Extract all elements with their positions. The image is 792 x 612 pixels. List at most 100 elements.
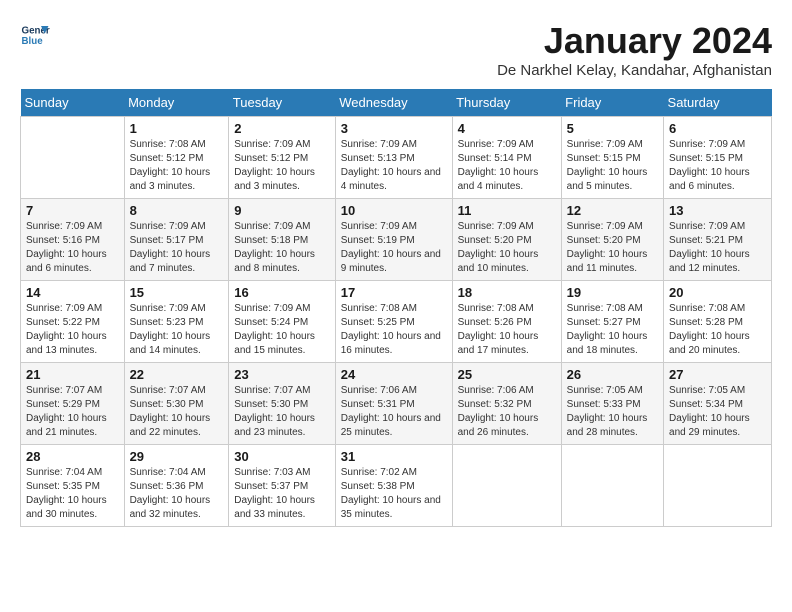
day-number: 10 (341, 203, 447, 218)
table-cell: 18 Sunrise: 7:08 AMSunset: 5:26 PMDayligh… (452, 281, 561, 363)
day-info: Sunrise: 7:09 AMSunset: 5:22 PMDaylight:… (26, 302, 119, 358)
calendar-table: Sunday Monday Tuesday Wednesday Thursday… (20, 89, 772, 527)
table-cell: 23 Sunrise: 7:07 AMSunset: 5:30 PMDayligh… (229, 363, 335, 445)
day-number: 17 (341, 285, 447, 300)
day-info: Sunrise: 7:09 AMSunset: 5:19 PMDaylight:… (341, 220, 447, 276)
table-cell: 10 Sunrise: 7:09 AMSunset: 5:19 PMDayligh… (335, 199, 452, 281)
col-wednesday: Wednesday (335, 89, 452, 117)
table-cell: 24 Sunrise: 7:06 AMSunset: 5:31 PMDayligh… (335, 363, 452, 445)
week-row-2: 7Sunrise: 7:09 AMSunset: 5:16 PMDaylight… (21, 199, 772, 281)
day-info: Sunrise: 7:02 AMSunset: 5:38 PMDaylight:… (341, 466, 447, 522)
day-number: 19 (567, 285, 658, 300)
day-info: Sunrise: 7:09 AMSunset: 5:18 PMDaylight:… (234, 220, 329, 276)
table-cell: 14 Sunrise: 7:09 AMSunset: 5:22 PMDayligh… (21, 281, 125, 363)
day-number: 29 (130, 449, 224, 464)
table-cell (561, 445, 663, 527)
col-saturday: Saturday (664, 89, 772, 117)
day-info: Sunrise: 7:05 AMSunset: 5:33 PMDaylight:… (567, 384, 658, 440)
day-info: Sunrise: 7:09 AMSunset: 5:24 PMDaylight:… (234, 302, 329, 358)
day-info: Sunrise: 7:09 AMSunset: 5:15 PMDaylight:… (669, 138, 766, 194)
day-number: 24 (341, 367, 447, 382)
week-row-3: 14 Sunrise: 7:09 AMSunset: 5:22 PMDayligh… (21, 281, 772, 363)
day-info: Sunrise: 7:09 AMSunset: 5:21 PMDaylight:… (669, 220, 766, 276)
header-row: Sunday Monday Tuesday Wednesday Thursday… (21, 89, 772, 117)
day-info: Sunrise: 7:09 AMSunset: 5:12 PMDaylight:… (234, 138, 329, 194)
day-number: 5 (567, 121, 658, 136)
table-cell (452, 445, 561, 527)
day-info: Sunrise: 7:09 AMSunset: 5:20 PMDaylight:… (567, 220, 658, 276)
col-monday: Monday (124, 89, 229, 117)
col-thursday: Thursday (452, 89, 561, 117)
day-number: 6 (669, 121, 766, 136)
day-number: 14 (26, 285, 119, 300)
day-info: Sunrise: 7:04 AMSunset: 5:36 PMDaylight:… (130, 466, 224, 522)
table-cell: 12 Sunrise: 7:09 AMSunset: 5:20 PMDayligh… (561, 199, 663, 281)
col-friday: Friday (561, 89, 663, 117)
col-tuesday: Tuesday (229, 89, 335, 117)
day-number: 1 (130, 121, 224, 136)
day-number: 20 (669, 285, 766, 300)
day-number: 25 (458, 367, 556, 382)
table-cell: 8Sunrise: 7:09 AMSunset: 5:17 PMDaylight… (124, 199, 229, 281)
day-info: Sunrise: 7:05 AMSunset: 5:34 PMDaylight:… (669, 384, 766, 440)
day-number: 2 (234, 121, 329, 136)
logo: General Blue (20, 20, 50, 50)
day-info: Sunrise: 7:07 AMSunset: 5:30 PMDaylight:… (234, 384, 329, 440)
day-info: Sunrise: 7:08 AMSunset: 5:28 PMDaylight:… (669, 302, 766, 358)
table-cell: 11Sunrise: 7:09 AMSunset: 5:20 PMDayligh… (452, 199, 561, 281)
table-cell: 21Sunrise: 7:07 AMSunset: 5:29 PMDayligh… (21, 363, 125, 445)
day-info: Sunrise: 7:09 AMSunset: 5:14 PMDaylight:… (458, 138, 556, 194)
day-number: 31 (341, 449, 447, 464)
day-number: 28 (26, 449, 119, 464)
table-cell: 25 Sunrise: 7:06 AMSunset: 5:32 PMDayligh… (452, 363, 561, 445)
day-info: Sunrise: 7:06 AMSunset: 5:31 PMDaylight:… (341, 384, 447, 440)
day-info: Sunrise: 7:08 AMSunset: 5:27 PMDaylight:… (567, 302, 658, 358)
table-cell: 30Sunrise: 7:03 AMSunset: 5:37 PMDayligh… (229, 445, 335, 527)
table-cell: 31 Sunrise: 7:02 AMSunset: 5:38 PMDayligh… (335, 445, 452, 527)
day-info: Sunrise: 7:07 AMSunset: 5:29 PMDaylight:… (26, 384, 119, 440)
page-header: General Blue January 2024 De Narkhel Kel… (20, 20, 772, 79)
table-cell (21, 117, 125, 199)
day-info: Sunrise: 7:06 AMSunset: 5:32 PMDaylight:… (458, 384, 556, 440)
table-cell: 28 Sunrise: 7:04 AMSunset: 5:35 PMDayligh… (21, 445, 125, 527)
table-cell: 2 Sunrise: 7:09 AMSunset: 5:12 PMDaylight… (229, 117, 335, 199)
calendar-subtitle: De Narkhel Kelay, Kandahar, Afghanistan (497, 62, 772, 79)
day-number: 8 (130, 203, 224, 218)
day-number: 15 (130, 285, 224, 300)
table-cell: 3 Sunrise: 7:09 AMSunset: 5:13 PMDaylight… (335, 117, 452, 199)
table-cell: 1 Sunrise: 7:08 AMSunset: 5:12 PMDaylight… (124, 117, 229, 199)
day-info: Sunrise: 7:07 AMSunset: 5:30 PMDaylight:… (130, 384, 224, 440)
day-number: 27 (669, 367, 766, 382)
table-cell: 19 Sunrise: 7:08 AMSunset: 5:27 PMDayligh… (561, 281, 663, 363)
day-info: Sunrise: 7:08 AMSunset: 5:25 PMDaylight:… (341, 302, 447, 358)
day-number: 3 (341, 121, 447, 136)
table-cell: 6 Sunrise: 7:09 AMSunset: 5:15 PMDaylight… (664, 117, 772, 199)
day-info: Sunrise: 7:09 AMSunset: 5:13 PMDaylight:… (341, 138, 447, 194)
table-cell: 26Sunrise: 7:05 AMSunset: 5:33 PMDayligh… (561, 363, 663, 445)
day-number: 18 (458, 285, 556, 300)
table-cell: 5 Sunrise: 7:09 AMSunset: 5:15 PMDaylight… (561, 117, 663, 199)
table-cell: 16 Sunrise: 7:09 AMSunset: 5:24 PMDayligh… (229, 281, 335, 363)
table-cell: 20 Sunrise: 7:08 AMSunset: 5:28 PMDayligh… (664, 281, 772, 363)
table-cell: 27 Sunrise: 7:05 AMSunset: 5:34 PMDayligh… (664, 363, 772, 445)
day-number: 12 (567, 203, 658, 218)
table-cell: 17 Sunrise: 7:08 AMSunset: 5:25 PMDayligh… (335, 281, 452, 363)
table-cell: 22Sunrise: 7:07 AMSunset: 5:30 PMDayligh… (124, 363, 229, 445)
title-section: January 2024 De Narkhel Kelay, Kandahar,… (497, 20, 772, 79)
col-sunday: Sunday (21, 89, 125, 117)
svg-text:Blue: Blue (22, 36, 44, 47)
day-number: 23 (234, 367, 329, 382)
day-info: Sunrise: 7:09 AMSunset: 5:23 PMDaylight:… (130, 302, 224, 358)
day-number: 16 (234, 285, 329, 300)
table-cell (664, 445, 772, 527)
calendar-title: January 2024 (497, 20, 772, 62)
day-number: 30 (234, 449, 329, 464)
day-info: Sunrise: 7:09 AMSunset: 5:15 PMDaylight:… (567, 138, 658, 194)
day-info: Sunrise: 7:09 AMSunset: 5:20 PMDaylight:… (458, 220, 556, 276)
day-info: Sunrise: 7:08 AMSunset: 5:12 PMDaylight:… (130, 138, 224, 194)
table-cell: 15 Sunrise: 7:09 AMSunset: 5:23 PMDayligh… (124, 281, 229, 363)
day-info: Sunrise: 7:08 AMSunset: 5:26 PMDaylight:… (458, 302, 556, 358)
day-number: 13 (669, 203, 766, 218)
day-number: 4 (458, 121, 556, 136)
day-info: Sunrise: 7:04 AMSunset: 5:35 PMDaylight:… (26, 466, 119, 522)
